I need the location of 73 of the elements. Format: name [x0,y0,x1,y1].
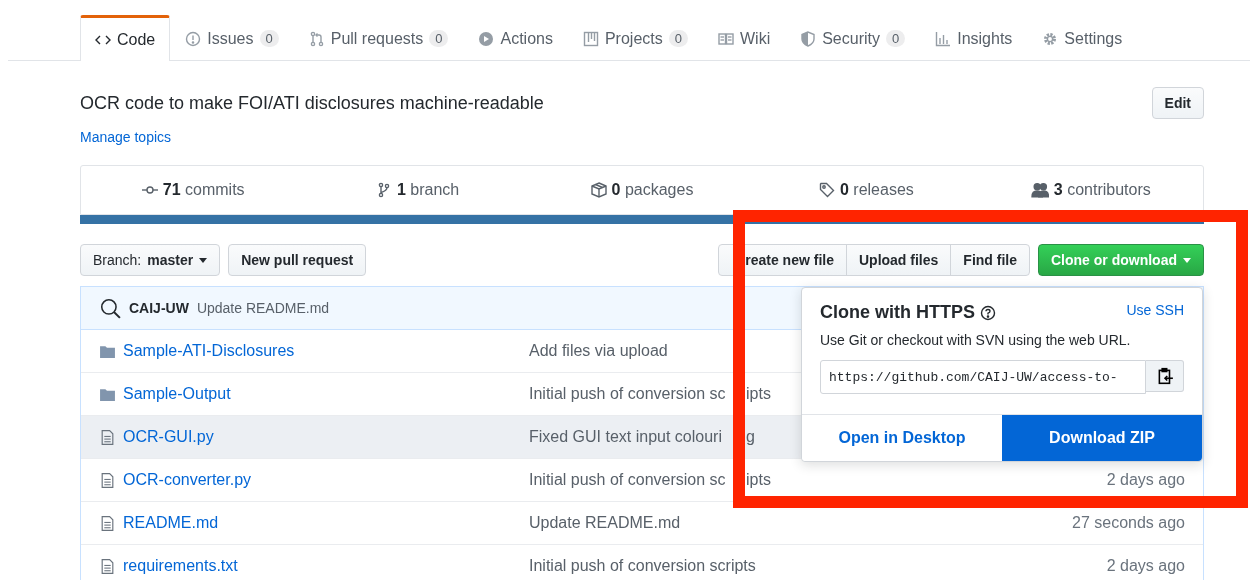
count-badge: 0 [429,30,449,47]
commit-message-tail: ipts [746,385,771,403]
new-pull-request-button[interactable]: New pull request [228,244,367,276]
open-in-desktop-button[interactable]: Open in Desktop [802,415,1002,461]
commit-author[interactable]: CAIJ-UW [129,300,189,316]
count-badge: 0 [886,30,906,47]
file-icon [99,514,116,532]
stat-link[interactable]: 0 releases [754,181,979,199]
repo-description: OCR code to make FOI/ATI disclosures machine-readable [80,92,544,114]
commit-message[interactable]: Update README.md [196,300,330,316]
commit-message-link[interactable]: Initial push of conversion sc [529,385,734,403]
file-icon [99,471,116,489]
tag-icon [818,182,835,198]
edit-button[interactable]: Edit [1151,87,1204,119]
tab[interactable]: Projects 0 [567,15,703,61]
help-icon [980,304,996,321]
tab[interactable]: Actions [463,15,568,61]
file-icon [99,428,116,446]
file-name-link[interactable]: Sample-Output [123,385,529,403]
stat-link[interactable]: 71 commits [81,181,306,199]
file-row[interactable]: requirements.txt Initial push of conversion scripts 2 days ago [81,545,1203,580]
stat-link[interactable]: 1 branch [305,181,530,199]
avatar-icon [99,297,121,319]
stat-link[interactable]: 0 packages [529,181,755,199]
commit-message-tail: g [746,428,755,446]
tab[interactable]: Issues 0 [170,15,294,61]
download-zip-button[interactable]: Download ZIP [1002,415,1202,461]
issue-icon [185,30,202,47]
commit-message-link[interactable]: Fixed GUI text input colouri [529,428,734,446]
file-name-link[interactable]: Sample-ATI-Disclosures [123,342,529,360]
commit-message-tail: ipts [746,471,771,489]
play-icon [478,30,495,47]
use-ssh-link[interactable]: Use SSH [1126,302,1184,318]
shield-icon [800,30,817,47]
file-name-link[interactable]: OCR-converter.py [123,471,529,489]
stat-link[interactable]: 3 contributors [978,181,1203,199]
gear-icon [1042,30,1059,47]
tab[interactable]: Settings [1027,15,1138,61]
popover-title: Clone with HTTPS [820,302,975,323]
tab[interactable]: Wiki [702,15,786,61]
pull-request-icon [308,30,325,47]
copy-button[interactable] [1146,360,1184,392]
clone-url-field[interactable]: https://github.com/CAIJ-UW/access-to- [820,360,1146,394]
commit-message-link[interactable]: Initial push of conversion scripts [529,557,1107,575]
tab[interactable]: Pull requests 0 [293,15,464,61]
tab[interactable]: Insights [920,15,1028,61]
clone-hint: Use Git or checkout with SVN using the web URL. [820,332,1132,348]
caret-icon [199,257,208,263]
people-icon [1030,181,1049,199]
tab[interactable]: Code [80,15,171,61]
tab[interactable]: Security 0 [785,15,921,61]
package-icon [590,182,607,198]
file-name-link[interactable]: README.md [123,514,529,532]
commit-age: 27 seconds ago [1072,514,1185,532]
count-badge: 0 [259,30,279,47]
commit-age: 2 days ago [1106,471,1185,489]
caret-icon [1183,257,1191,263]
bar-chart-icon [935,30,952,47]
commit-message-link[interactable]: Initial push of conversion sc [529,471,734,489]
file-icon [99,557,116,575]
branch-dropdown[interactable]: Branch: master [80,244,221,276]
file-action-button[interactable]: Upload files [845,244,952,276]
count-badge: 0 [668,30,688,47]
file-name-link[interactable]: requirements.txt [123,557,529,575]
file-action-button[interactable]: Find file [950,244,1030,276]
commit-age: 2 days ago [1106,557,1185,575]
file-name-link[interactable]: OCR-GUI.py [123,428,529,446]
file-row[interactable]: README.md Update README.md 27 seconds ago [81,502,1203,545]
book-icon [717,30,734,47]
file-action-button[interactable]: reate new file [718,244,847,276]
project-board-icon [582,30,599,47]
manage-topics-link[interactable]: Manage topics [80,129,1204,145]
commit-message-link[interactable]: Update README.md [529,514,1072,532]
